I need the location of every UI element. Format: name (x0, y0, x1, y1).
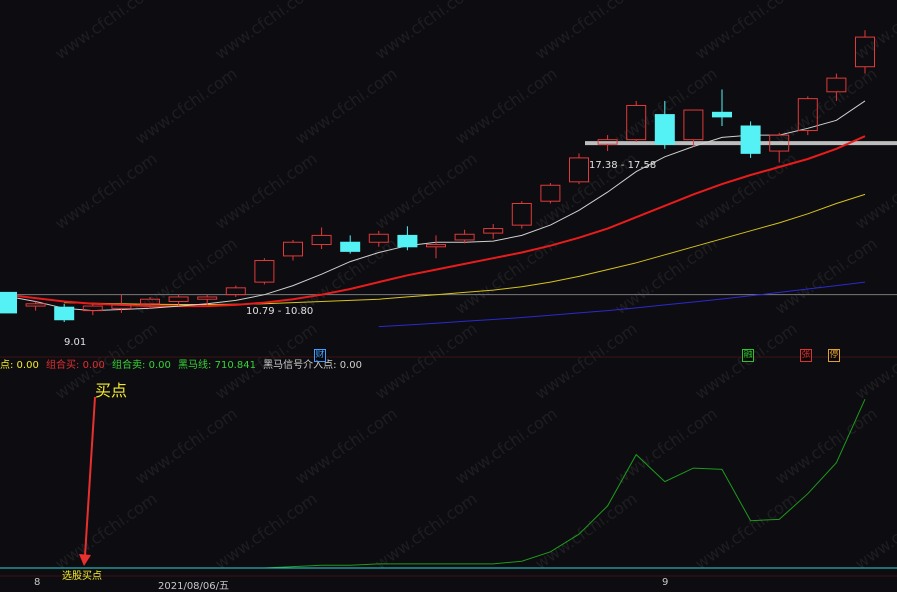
candle (283, 239, 303, 261)
candle (712, 89, 732, 126)
watermark-text: www.cfchi.com (131, 404, 240, 488)
watermark-text: www.cfchi.com (771, 404, 880, 488)
candle-body (569, 157, 589, 183)
candle (340, 235, 361, 254)
finance-marker[interactable]: 财 (314, 349, 326, 362)
candle-body (511, 202, 532, 226)
rise-marker[interactable]: 张 (800, 349, 812, 362)
candle (0, 291, 17, 314)
indicator-panel (0, 398, 897, 569)
watermark-text: www.cfchi.com (451, 404, 560, 488)
info-combo-buy: 组合买: 0.00 (46, 360, 105, 371)
candle-body (426, 244, 446, 248)
info-dark-horse-entry: 黑马信号介入点: 0.00 (263, 360, 362, 371)
candle (483, 224, 504, 239)
watermark-text: www.cfchi.com (691, 489, 800, 573)
watermark-text: www.cfchi.com (371, 489, 480, 573)
stock-chart[interactable]: www.cfchi.com www.cfchi.com www.cfchi.com w… (0, 0, 897, 585)
candle (511, 201, 532, 229)
candle-body (168, 296, 189, 303)
watermark-text: www.cfchi.com (371, 319, 480, 403)
watermark-text: www.cfchi.com (611, 234, 720, 318)
watermark-text: www.cfchi.com (851, 489, 897, 573)
candle-body (225, 287, 246, 296)
candle (254, 258, 275, 285)
watermark-text: www.cfchi.com (51, 0, 160, 63)
indicator-info-bar: 点: 0.00 组合买: 0.00 组合卖: 0.00 黑马线: 710.841… (0, 359, 366, 373)
candle-body (397, 234, 418, 248)
candle-body (483, 228, 504, 234)
range-high-label: 17.38 - 17.58 (589, 160, 657, 171)
watermark-text: www.cfchi.com (371, 149, 480, 233)
watermark-text: www.cfchi.com (451, 64, 560, 148)
candle (225, 285, 246, 297)
candle-body (283, 241, 303, 257)
low-value-label: 9.01 (64, 337, 87, 348)
watermark-text: www.cfchi.com (531, 489, 640, 573)
candle-body (654, 114, 675, 145)
x-tick-label: 8 (34, 577, 41, 588)
watermark-text: www.cfchi.com (51, 489, 160, 573)
candle-body (340, 241, 361, 252)
watermark-text: www.cfchi.com (691, 0, 800, 63)
candle-body (683, 109, 704, 141)
candle-body (254, 259, 275, 283)
candle-body (54, 306, 75, 321)
info-buy-point: 点: 0.00 (0, 360, 39, 371)
range-low-label: 10.79 - 10.80 (246, 306, 314, 317)
watermark-text: www.cfchi.com (611, 404, 720, 488)
candle (82, 303, 103, 316)
select-stock-buy-label: 选股买点 (62, 571, 102, 582)
watermark-text: www.cfchi.com (371, 0, 480, 63)
candle-body (0, 291, 17, 314)
buy-point-label: 买点 (95, 381, 128, 400)
candle (311, 227, 332, 250)
candle-body (311, 234, 332, 246)
watermark-text: www.cfchi.com (691, 149, 800, 233)
candle (454, 229, 475, 244)
watermark-text: www.cfchi.com (211, 489, 320, 573)
watermark-text: www.cfchi.com (291, 404, 400, 488)
watermark-text: www.cfchi.com (531, 319, 640, 403)
halt-marker[interactable]: 停 (828, 349, 840, 362)
watermark-text: www.cfchi.com (851, 149, 897, 233)
candle (397, 226, 418, 251)
watermark-text: www.cfchi.com (851, 319, 897, 403)
candle-body (25, 303, 46, 307)
watermark-text: www.cfchi.com (211, 0, 320, 63)
info-combo-sell: 组合卖: 0.00 (112, 360, 171, 371)
watermark-text: www.cfchi.com (131, 64, 240, 148)
candle (740, 121, 761, 158)
candle-body (197, 296, 218, 300)
candle-body (712, 111, 732, 118)
margin-marker[interactable]: 融 (742, 349, 754, 362)
candle-body (740, 125, 761, 154)
watermark-text: www.cfchi.com (531, 0, 640, 63)
candle-body (454, 233, 475, 241)
watermark-text: www.cfchi.com (211, 149, 320, 233)
watermark-layer: www.cfchi.com www.cfchi.com www.cfchi.com w… (51, 0, 897, 573)
info-dark-horse-line: 黑马线: 710.841 (178, 360, 256, 371)
x-tick-label: 9 (662, 577, 669, 588)
candle (426, 235, 446, 259)
candle (683, 109, 704, 147)
watermark-text: www.cfchi.com (771, 234, 880, 318)
watermark-text: www.cfchi.com (291, 64, 400, 148)
watermark-text: www.cfchi.com (51, 149, 160, 233)
